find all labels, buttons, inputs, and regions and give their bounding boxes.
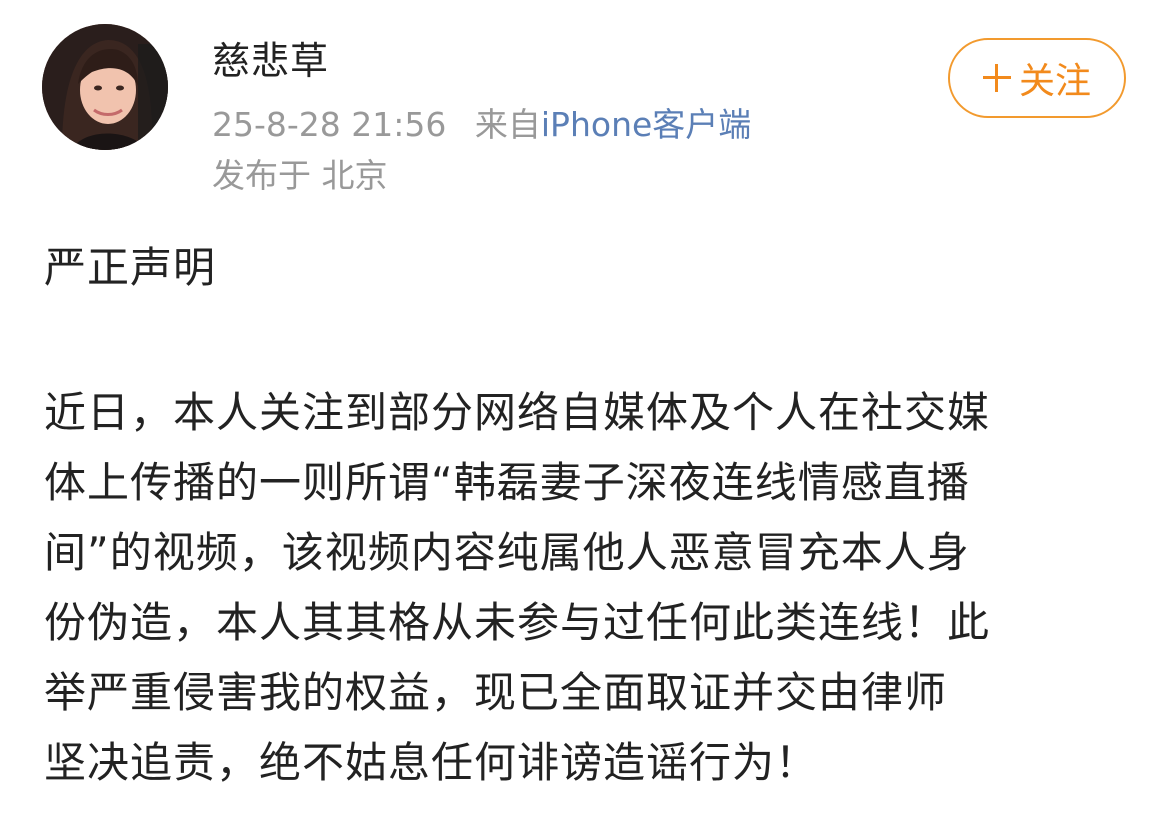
source-prefix: 来自 (474, 105, 541, 144)
profile-photo-avatar (42, 24, 168, 150)
post-line: 举严重侵害我的权益，现已全面取证并交由律师 (44, 668, 948, 717)
post-timestamp: 25-8-28 21:56 (212, 105, 447, 144)
post-line: 份伪造，本人其其格从未参与过任何此类连线！此 (44, 598, 991, 647)
post-body: 近日，本人关注到部分网络自媒体及个人在社交媒 体上传播的一则所谓“韩磊妻子深夜连… (44, 378, 1134, 798)
follow-label: 关注 (1018, 61, 1091, 102)
post-title: 严正声明 (44, 243, 217, 292)
post-line: 体上传播的一则所谓“韩磊妻子深夜连线情感直播 (44, 458, 970, 507)
source-client-link[interactable]: iPhone客户端 (541, 105, 751, 144)
user-avatar[interactable] (42, 24, 168, 150)
follow-button[interactable]: 关注 (948, 38, 1126, 118)
post-line: 近日，本人关注到部分网络自媒体及个人在社交媒 (44, 388, 991, 437)
post-line: 间”的视频，该视频内容纯属他人恶意冒充本人身 (44, 528, 970, 577)
post-line: 坚决追责，绝不姑息任何诽谤造谣行为！ (44, 738, 819, 787)
post-location: 发布于 北京 (212, 156, 388, 195)
plus-icon (982, 64, 1011, 92)
username[interactable]: 慈悲草 (212, 38, 329, 84)
post-meta: 25-8-28 21:56 来自iPhone客户端 (212, 104, 751, 146)
